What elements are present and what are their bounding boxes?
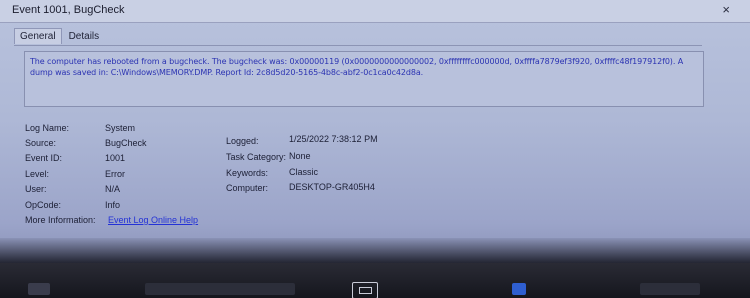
keywords-value: Classic [289,167,319,177]
monitor-bezel [0,238,750,263]
taskbar-window-icon[interactable] [352,282,378,298]
level-value: Error [105,169,125,179]
window-title: Event 1001, BugCheck [12,4,125,16]
taskbar-app-strip[interactable] [145,283,295,295]
user-value: N/A [105,184,121,194]
tab-divider [14,45,702,46]
level-label: Level: [25,169,50,179]
computer-label: Computer: [226,183,269,193]
opcode-value: Info [105,200,121,210]
description-box[interactable]: The computer has rebooted from a bugchec… [24,51,704,107]
logged-label: Logged: [226,136,259,146]
event-properties-window: Event 1001, BugCheck × General Details Th… [0,0,750,298]
tab-general[interactable]: General [14,28,62,44]
window-titlebar: Event 1001, BugCheck × [0,0,750,23]
taskbar-tray[interactable] [640,283,700,295]
more-info-label: More Information: [25,215,96,225]
user-label: User: [25,184,47,194]
task-category-label: Task Category: [226,152,287,162]
opcode-label: OpCode: [25,200,62,210]
event-id-value: 1001 [105,153,126,163]
log-name-value: System [105,123,136,133]
close-icon[interactable]: × [722,2,730,17]
taskbar-app-icon[interactable] [512,283,526,295]
tab-details[interactable]: Details [63,28,106,44]
source-label: Source: [25,138,57,148]
task-category-value: None [289,151,311,161]
keywords-label: Keywords: [226,168,269,178]
source-value: BugCheck [105,138,147,148]
log-name-label: Log Name: [25,123,70,133]
taskbar-start-icon[interactable] [28,283,50,295]
event-id-label: Event ID: [25,153,63,163]
logged-value: 1/25/2022 7:38:12 PM [289,134,378,144]
computer-value: DESKTOP-GR405H4 [289,182,375,192]
event-log-online-help-link[interactable]: Event Log Online Help [108,215,198,225]
tab-strip: General Details [14,26,106,46]
event-description: The computer has rebooted from a bugchec… [30,57,684,77]
